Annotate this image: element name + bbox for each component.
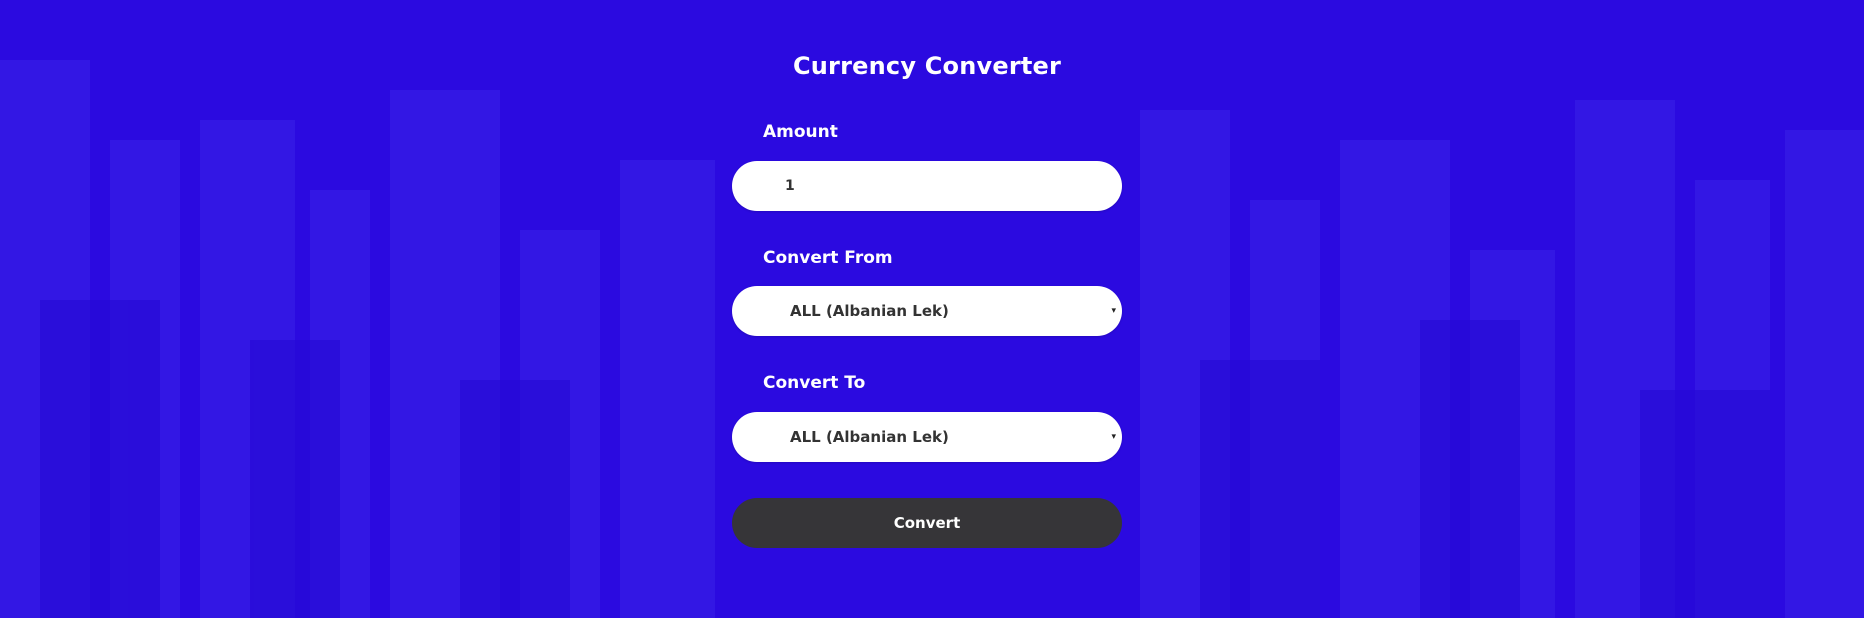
amount-input[interactable]: 1 bbox=[732, 161, 1122, 211]
convert-from-label: Convert From bbox=[763, 248, 893, 268]
convert-to-label: Convert To bbox=[763, 373, 866, 393]
amount-value: 1 bbox=[785, 178, 795, 194]
chevron-down-icon: ▾ bbox=[1111, 306, 1116, 316]
amount-label: Amount bbox=[763, 122, 838, 142]
chevron-down-icon: ▾ bbox=[1111, 432, 1116, 442]
convert-to-select[interactable]: ALL (Albanian Lek) ▾ bbox=[732, 412, 1122, 462]
convert-to-value: ALL (Albanian Lek) bbox=[790, 428, 949, 446]
convert-from-select[interactable]: ALL (Albanian Lek) ▾ bbox=[732, 286, 1122, 336]
page-title: Currency Converter bbox=[792, 52, 1062, 80]
convert-from-value: ALL (Albanian Lek) bbox=[790, 302, 949, 320]
convert-button[interactable]: Convert bbox=[732, 498, 1122, 548]
